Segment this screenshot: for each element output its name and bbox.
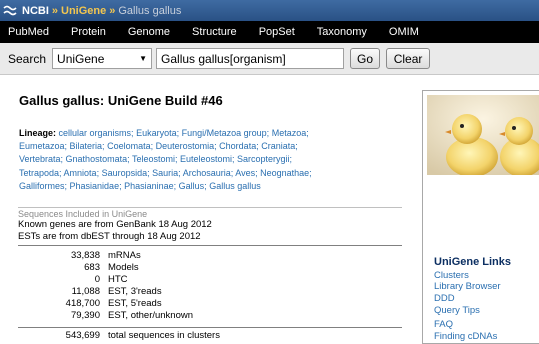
go-button[interactable]: Go [350,48,381,69]
sequence-count: 683 [84,262,100,273]
sequence-type: EST, other/unknown [108,310,194,321]
lineage-link[interactable]: Teleostomi; [132,154,178,164]
lineage-link[interactable]: Eukaryota; [136,128,179,138]
sidebar-link-query-tips[interactable]: Query Tips [434,305,480,316]
nav-genome[interactable]: Genome [128,26,170,38]
ncbi-logo-icon[interactable] [3,5,17,17]
sequence-count-row: 11,088 EST, 3'reads [0,286,170,298]
sequences-section: Sequences Included in UniGene Known gene… [18,207,402,246]
sequence-type: EST, 3'reads [108,286,162,297]
lineage-link[interactable]: Gnathostomata; [66,154,130,164]
lineage-link[interactable]: Amniota; [64,168,100,178]
lineage-link[interactable]: Neognathae; [260,168,312,178]
breadcrumb-ncbi[interactable]: NCBI [22,5,49,17]
sequences-header: Sequences Included in UniGene [18,207,402,219]
sequence-type: mRNAs [108,250,141,261]
sequence-type: Models [108,262,139,273]
nav-protein[interactable]: Protein [71,26,106,38]
database-nav: PubMed Protein Genome Structure PopSet T… [0,21,539,43]
lineage-link[interactable]: Eumetazoa; [19,141,67,151]
nav-omim[interactable]: OMIM [389,26,419,38]
lineage-link[interactable]: Galliformes; [19,181,67,191]
database-select[interactable]: UniGene ▼ [52,48,153,69]
chevron-down-icon[interactable]: ▼ [139,54,147,63]
sidebar-link-clusters[interactable]: Clusters [434,270,469,281]
clear-button[interactable]: Clear [386,48,431,69]
sidebar-link-faq[interactable]: FAQ [434,319,453,330]
page-title: Gallus gallus: UniGene Build #46 [19,93,223,108]
lineage-link[interactable]: Bilateria; [70,141,105,151]
sidebar-link-finding-cdnas[interactable]: Finding cDNAs [434,331,497,342]
lineage-link[interactable]: Euteleostomi; [180,154,235,164]
sequence-count: 543,699 [65,330,100,341]
lineage-link[interactable]: Vertebrata; [19,154,63,164]
sidebar-link-library-browser[interactable]: Library Browser [434,281,501,292]
lineage-link[interactable]: Gallus gallus [209,181,261,191]
search-input[interactable]: Gallus gallus[organism] [156,48,345,69]
nav-pubmed[interactable]: PubMed [8,26,49,38]
breadcrumb-separator: » [109,4,116,17]
sidebar-link-ddd[interactable]: DDD [434,293,455,304]
lineage-link[interactable]: Craniata; [261,141,298,151]
lineage-link[interactable]: Gallus; [179,181,207,191]
sequence-type: EST, 5'reads [108,298,162,309]
lineage-link[interactable]: Fungi/Metazoa group; [182,128,270,138]
lineage-link[interactable]: cellular organisms; [59,128,134,138]
divider [18,245,402,246]
lineage-link[interactable]: Archosauria; [183,168,234,178]
sequence-count: 33,838 [70,250,100,261]
divider [18,327,402,328]
database-select-value: UniGene [57,51,105,66]
ests-text: ESTs are from dbEST through 18 Aug 2012 [18,231,201,242]
sequence-count-row: 683 Models [0,262,170,274]
search-label: Search [8,51,47,66]
lineage-link[interactable]: Phasianinae; [124,181,176,191]
sequence-count-row: 79,390 EST, other/unknown [0,310,193,322]
known-genes-text: Known genes are from GenBank 18 Aug 2012 [18,219,212,230]
lineage-link[interactable]: Sarcopterygii; [237,154,292,164]
sequence-count: 11,088 [71,286,100,297]
sequence-count: 79,390 [70,310,100,321]
breadcrumb-unigene[interactable]: UniGene [61,5,106,17]
nav-taxonomy[interactable]: Taxonomy [317,26,367,38]
lineage-link[interactable]: Phasianidae; [70,181,122,191]
sequence-count-row: 33,838 mRNAs [0,250,170,262]
lineage-link[interactable]: Chordata; [219,141,259,151]
sequence-type: HTC [108,274,128,285]
sequence-count: 418,700 [65,298,100,309]
sequence-total-row: 543,699 total sequences in clusters [0,330,220,342]
breadcrumb-organism: Gallus gallus [118,4,182,17]
breadcrumb-bar: NCBI » UniGene » Gallus gallus [0,0,539,21]
breadcrumb-separator: » [51,4,59,17]
nav-structure[interactable]: Structure [192,26,237,38]
lineage-link[interactable]: Sauropsida; [102,168,150,178]
sequence-count-row: 418,700 EST, 5'reads [0,298,170,310]
chicks-photo [427,95,539,175]
sequence-count-row: 0 HTC [0,274,170,286]
lineage-link[interactable]: Aves; [235,168,257,178]
unigene-links-title: UniGene Links [434,256,512,268]
lineage-block: Lineage: cellular organisms; Eukaryota; … [19,127,407,193]
search-bar: Search UniGene ▼ Gallus gallus[organism]… [0,43,539,75]
nav-popset[interactable]: PopSet [259,26,295,38]
lineage-link[interactable]: Metazoa; [272,128,309,138]
lineage-link[interactable]: Sauria; [152,168,181,178]
lineage-link[interactable]: Tetrapoda; [19,168,62,178]
lineage-link[interactable]: Coelomata; [107,141,153,151]
lineage-label: Lineage: [19,128,57,138]
sequence-count: 0 [94,274,100,285]
sequence-type: total sequences in clusters [108,330,220,341]
lineage-link[interactable]: Deuterostomia; [156,141,217,151]
